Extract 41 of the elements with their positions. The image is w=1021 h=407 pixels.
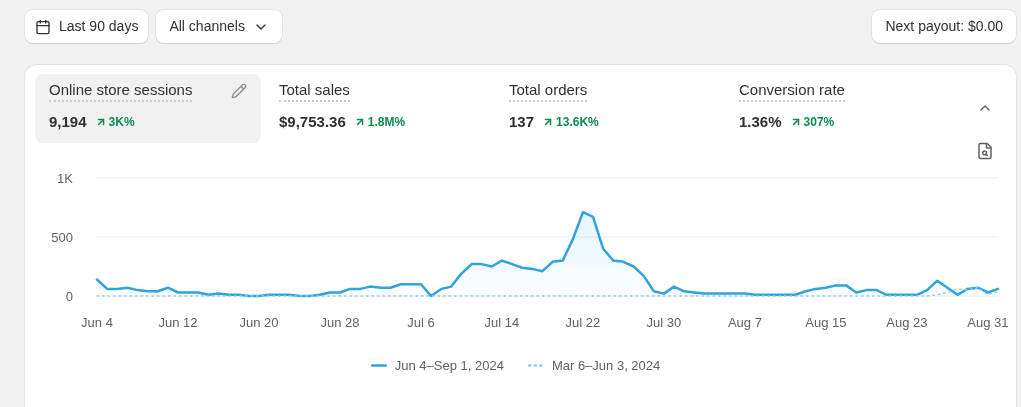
x-axis-label: Jun 28 [320,315,360,330]
metric-value: 1.36% [739,112,782,132]
calendar-icon [35,18,51,35]
metric-label: Online store sessions [49,80,193,102]
date-range-button[interactable]: Last 90 days [25,10,149,43]
metric-change: 1.8M% [367,114,406,132]
x-axis-label: Jun 4 [81,315,113,330]
y-axis-label: 0 [65,289,73,304]
metric-value: 137 [509,112,535,132]
metric-label: Total orders [509,80,588,102]
payout-button[interactable]: Next payout: $0.00 [872,10,1016,43]
metric-value: $9,753.36 [279,112,346,132]
metric-label: Conversion rate [739,80,845,102]
x-axis-label: Jun 20 [239,315,279,330]
metric-change: 307% [803,114,835,132]
pencil-icon[interactable] [231,83,247,99]
x-axis-label: Jul 30 [646,315,682,330]
legend-line-icon [370,364,387,368]
y-axis-label: 1K [57,171,73,186]
metric-change: 3K% [108,114,135,132]
document-search-icon[interactable] [976,142,994,160]
metric-change: 13.6K% [556,114,599,132]
legend-label: Jun 4–Sep 1, 2024 [394,357,504,375]
metric-tile[interactable]: Conversion rate 1.36% 307% [725,74,951,143]
channel-dropdown[interactable]: All channels [156,10,282,43]
y-axis-label: 500 [51,230,73,245]
metric-value: 9,194 [49,112,87,132]
metric-tile[interactable]: Online store sessions 9,194 3K% [35,74,261,143]
metric-label: Total sales [279,80,350,102]
x-axis-label: Jul 22 [565,315,601,330]
x-axis-label: Jul 6 [407,315,435,330]
x-axis-label: Aug 23 [886,315,928,330]
x-axis-label: Jul 14 [484,315,520,330]
metric-tile[interactable]: Total sales $9,753.36 1.8M% [265,74,491,143]
x-axis-label: Jun 12 [158,315,198,330]
metric-tile[interactable]: Total orders 137 13.6K% [495,74,721,143]
x-axis-label: Aug 31 [967,315,1009,330]
x-axis-label: Aug 15 [805,315,847,330]
legend-label: Mar 6–Jun 3, 2024 [551,357,661,375]
x-axis-label: Aug 7 [727,315,762,330]
legend-line-icon [527,364,544,368]
